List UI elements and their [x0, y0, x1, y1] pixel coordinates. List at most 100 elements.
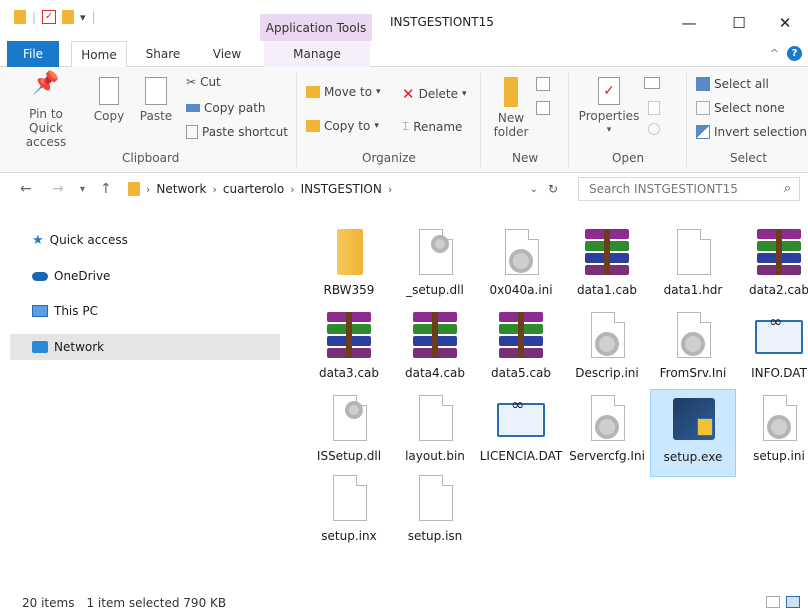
group-separator [686, 73, 687, 167]
nav-item-quick-access[interactable]: ★ Quick access [10, 227, 280, 253]
file-item[interactable]: setup.ini [736, 389, 808, 477]
file-item[interactable]: setup.exe [650, 389, 736, 477]
setup-icon [667, 394, 719, 446]
address-bar[interactable]: › Network › cuarterolo › INSTGESTION › ⌄… [122, 177, 564, 201]
file-item[interactable]: data2.cab [736, 223, 808, 311]
file-item[interactable]: data1.hdr [650, 223, 736, 311]
ini-icon [667, 310, 719, 362]
back-arrow-icon[interactable]: ← [20, 181, 32, 197]
file-name: data1.cab [576, 283, 638, 297]
paste-shortcut-button[interactable]: Paste shortcut [186, 125, 288, 139]
large-icons-view-icon[interactable] [786, 596, 800, 608]
navigation-pane: ★ Quick access OneDrive This PC Network [0, 205, 300, 590]
breadcrumb-instgestion[interactable]: INSTGESTION [301, 182, 382, 196]
paste-button[interactable]: Paste [136, 77, 176, 123]
file-name: ISSetup.dll [316, 449, 382, 463]
close-button[interactable]: ✕ [770, 12, 800, 34]
file-item[interactable]: setup.isn [392, 469, 478, 557]
search-input[interactable]: Search INSTGESTIONT15 ⌕ [578, 177, 800, 201]
tab-view[interactable]: View [202, 41, 252, 67]
tab-file[interactable]: File [7, 41, 59, 67]
group-separator [296, 73, 297, 167]
file-item[interactable]: ∞ LICENCIA.DAT [478, 389, 564, 477]
file-item[interactable]: Servercfg.Ini [564, 389, 650, 477]
up-arrow-icon[interactable]: ↑ [100, 181, 112, 197]
tab-share[interactable]: Share [138, 41, 188, 67]
copy-path-button[interactable]: Copy path [186, 101, 266, 115]
collapse-ribbon-icon[interactable]: ^ [770, 47, 779, 60]
file-name: setup.ini [753, 449, 805, 463]
nav-item-network[interactable]: Network [10, 334, 280, 360]
forward-arrow-icon[interactable]: → [52, 181, 64, 197]
new-item-icon[interactable] [536, 77, 550, 91]
file-item[interactable]: data1.cab [564, 223, 650, 311]
rar-icon [323, 310, 375, 362]
edit-icon[interactable] [648, 101, 660, 115]
file-item[interactable]: RBW359 [306, 223, 392, 311]
nav-item-this-pc[interactable]: This PC [10, 298, 280, 324]
item-count: 20 items [22, 595, 75, 610]
select-all-button[interactable]: Select all [696, 77, 769, 91]
invert-selection-button[interactable]: Invert selection [696, 125, 807, 139]
tab-home[interactable]: Home [71, 41, 127, 68]
copy-to-button[interactable]: Copy to ▾ [306, 119, 379, 133]
move-to-button[interactable]: Move to ▾ [306, 85, 381, 99]
copy-to-icon [306, 120, 320, 132]
copy-button[interactable]: Copy [90, 77, 128, 123]
recent-locations-icon[interactable]: ▾ [80, 184, 85, 195]
status-bar: 20 items 1 item selected 790 KB [0, 590, 808, 615]
new-folder-icon[interactable] [62, 10, 75, 24]
nav-item-onedrive[interactable]: OneDrive [10, 263, 280, 289]
pin-to-quick-access-button[interactable]: 📌 Pin to Quick access [8, 73, 84, 150]
file-item[interactable]: ∞ INFO.DAT [736, 306, 808, 394]
file-item[interactable]: setup.inx [306, 469, 392, 557]
customize-toolbar-icon[interactable]: ▾ [80, 11, 86, 24]
view-toggles [766, 596, 800, 608]
easy-access-icon[interactable] [536, 101, 550, 115]
rename-button[interactable]: ⌶ Rename [402, 119, 462, 134]
breadcrumb-network[interactable]: Network [156, 182, 206, 196]
new-folder-button[interactable]: New folder [488, 77, 534, 139]
properties-check-icon[interactable]: ✓ [42, 10, 57, 24]
file-item[interactable]: 0x040a.ini [478, 223, 564, 311]
select-none-button[interactable]: Select none [696, 101, 785, 115]
tab-manage[interactable]: Manage [264, 41, 370, 67]
file-name: Servercfg.Ini [569, 449, 645, 463]
ribbon: 📌 Pin to Quick access Copy Paste ✂ Cut Co… [0, 67, 808, 173]
organize-group-label: Organize [362, 151, 416, 165]
rar-icon [409, 310, 461, 362]
file-item[interactable]: layout.bin [392, 389, 478, 477]
file-name: RBW359 [323, 283, 375, 297]
star-icon: ★ [32, 232, 44, 248]
file-item[interactable]: data3.cab [306, 306, 392, 394]
file-item[interactable]: FromSrv.Ini [650, 306, 736, 394]
file-item[interactable]: ISSetup.dll [306, 389, 392, 477]
file-item[interactable]: data5.cab [478, 306, 564, 394]
cut-button[interactable]: ✂ Cut [186, 75, 221, 89]
ini-icon [753, 393, 805, 445]
pin-label: Pin to Quick access [25, 107, 67, 149]
file-name: data4.cab [404, 366, 466, 380]
breadcrumb-cuarterolo[interactable]: cuarterolo [223, 182, 284, 196]
maximize-button[interactable]: ☐ [724, 12, 754, 34]
open-icon[interactable] [644, 77, 660, 89]
help-icon[interactable]: ? [787, 46, 802, 61]
dll-icon [409, 227, 461, 279]
refresh-icon[interactable]: ↻ [548, 182, 558, 196]
address-dropdown-icon[interactable]: ⌄ [530, 184, 538, 195]
delete-label: Delete [418, 87, 459, 101]
dropdown-arrow-icon: ▾ [376, 87, 381, 97]
details-view-icon[interactable] [766, 596, 780, 608]
folder-icon [128, 182, 140, 196]
dll-icon [323, 393, 375, 445]
file-icon [323, 473, 375, 525]
file-item[interactable]: Descrip.ini [564, 306, 650, 394]
file-item[interactable]: _setup.dll [392, 223, 478, 311]
delete-button[interactable]: ✕ Delete ▾ [402, 85, 467, 103]
properties-button[interactable]: ✓ Properties ▾ [576, 77, 642, 137]
file-item[interactable]: data4.cab [392, 306, 478, 394]
dropdown-arrow-icon: ▾ [374, 121, 379, 131]
minimize-button[interactable]: — [674, 12, 704, 34]
history-icon[interactable] [648, 123, 660, 135]
file-name: _setup.dll [406, 283, 464, 297]
